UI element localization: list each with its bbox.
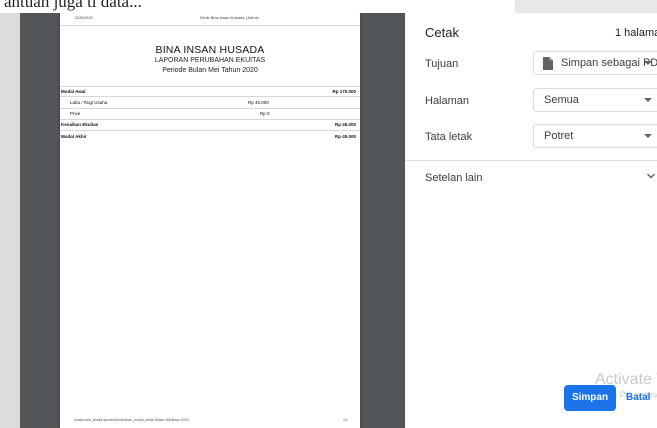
settings-divider <box>405 160 657 161</box>
row-label: Modal Akhir <box>61 134 87 139</box>
document-icon <box>543 57 553 70</box>
cancel-button[interactable]: Batal <box>626 385 657 411</box>
row-label: Laba / Rugi Usaha <box>70 100 108 105</box>
row-divider <box>60 96 360 97</box>
page-header-divider <box>60 25 360 26</box>
table-row-modal-akhir: Modal Akhir Rp 45.000 <box>60 132 360 141</box>
row-label: Prive <box>70 111 81 116</box>
company-name: BINA INSAN HUSADA <box>155 44 265 56</box>
print-settings-panel: Cetak 1 halaman Tujuan Simpan sebagai PD… <box>405 13 657 428</box>
chevron-down-icon <box>644 98 652 102</box>
more-settings-toggle[interactable]: Setelan lain <box>425 172 483 184</box>
background-page-text: antuan juga ti data... <box>4 0 142 11</box>
layout-value: Potret <box>544 130 574 142</box>
page-header-title: Klinik Bina Insan Husada | Admin <box>200 15 259 20</box>
row-divider <box>60 130 360 131</box>
layout-select[interactable]: Potret <box>533 124 657 148</box>
page-header-date: 22/6/2020 <box>75 15 93 20</box>
row-amount: Rp 0 <box>260 111 270 116</box>
destination-label: Tujuan <box>425 58 459 70</box>
pages-value: Semua <box>544 94 579 106</box>
table-row-laba-rugi: Laba / Rugi Usaha Rp 45.000 <box>60 98 360 107</box>
row-label: Kenaikan Ekuitas <box>61 122 99 127</box>
background-window-edge <box>0 13 20 428</box>
chevron-down-icon <box>644 134 652 138</box>
dialog-title: Cetak <box>425 25 459 40</box>
pages-select[interactable]: Semua <box>533 88 657 112</box>
chevron-down-icon[interactable] <box>646 171 656 181</box>
row-total: Rp 45.000 <box>334 134 356 139</box>
row-label: Modal Awal <box>61 89 86 94</box>
pages-label: Halaman <box>425 95 470 107</box>
page-footer-number: 1/1 <box>343 418 348 422</box>
layout-label: Tata letak <box>425 131 473 143</box>
report-title: LAPORAN PERUBAHAN EKUITAS <box>154 57 266 64</box>
report-period: Periode Bulan Mei Tahun 2020 <box>162 67 258 74</box>
background-page-strip: antuan juga ti data... <box>0 0 657 13</box>
destination-value: Simpan sebagai PDF <box>561 57 657 69</box>
row-total: Rp 45.000 <box>334 122 356 127</box>
page-count: 1 halaman <box>615 27 657 39</box>
background-gray-block <box>515 0 657 13</box>
page-footer-url: localhost/a_klinik/Laporan/perubahan_mod… <box>74 418 190 422</box>
destination-select[interactable]: Simpan sebagai PDF <box>533 51 657 75</box>
print-preview-pane[interactable]: 22/6/2020 Klinik Bina Insan Husada | Adm… <box>0 13 405 428</box>
row-amount: Rp 45.000 <box>248 100 269 105</box>
save-button[interactable]: Simpan <box>564 385 616 411</box>
table-row-kenaikan-ekuitas: Kenaikan Ekuitas Rp 45.000 <box>60 120 360 129</box>
table-row-modal-awal: Modal Awal Rp 170.000 <box>60 87 360 96</box>
chevron-down-icon <box>644 61 652 65</box>
table-row-prive: Prive Rp 0 <box>60 109 360 118</box>
row-total: Rp 170.000 <box>332 89 356 94</box>
preview-page: 22/6/2020 Klinik Bina Insan Husada | Adm… <box>60 13 360 428</box>
